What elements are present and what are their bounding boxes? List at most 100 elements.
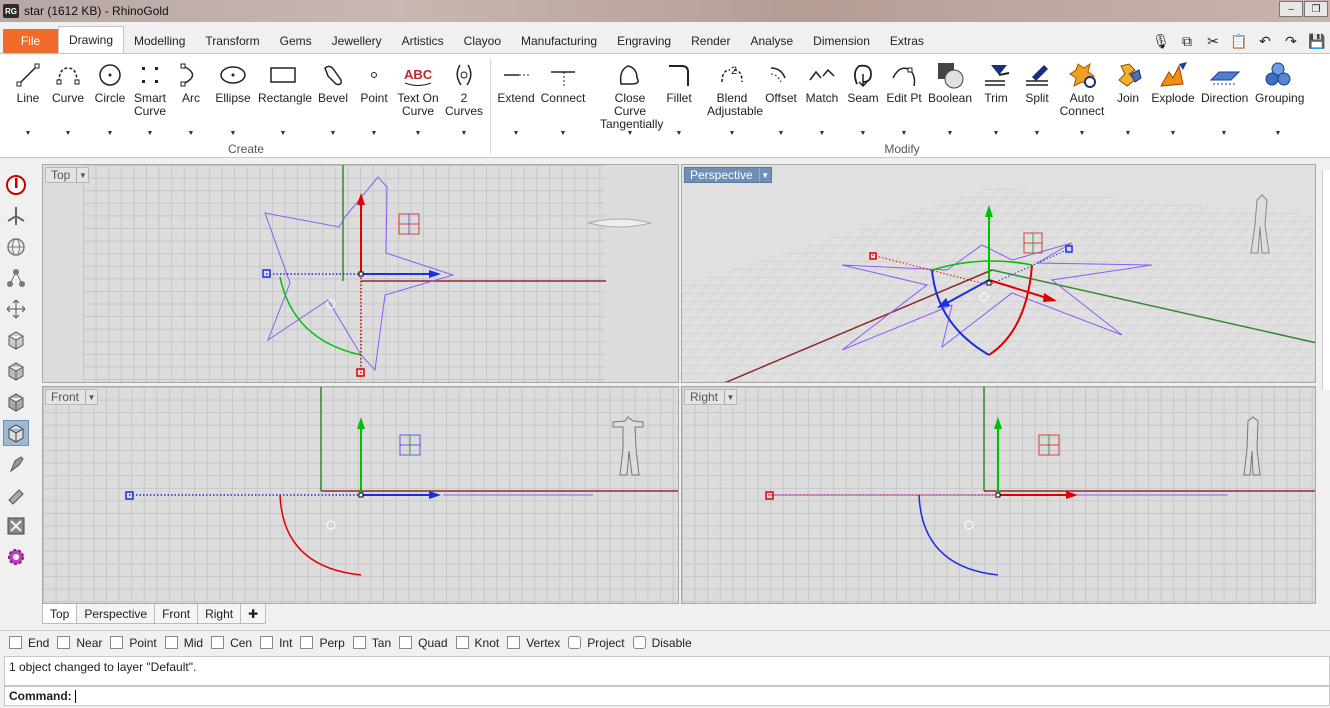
dropdown-arrow-icon[interactable]: ▼	[1150, 130, 1196, 137]
save-icon[interactable]: 💾	[1304, 31, 1330, 51]
close-curve-button[interactable]: Close Curve Tangentially ▼	[600, 58, 663, 137]
dropdown-arrow-icon[interactable]: ▼	[210, 130, 256, 137]
tab-render[interactable]: Render	[681, 29, 740, 53]
dropdown-arrow-icon[interactable]: ▼	[881, 130, 927, 137]
connect-button[interactable]: Connect ▼	[540, 58, 586, 137]
dropdown-arrow-icon[interactable]: ▼	[395, 130, 441, 137]
rectangle-button[interactable]: Rectangle ▼	[258, 58, 312, 137]
blend-button[interactable]: 2 Blend Adjustable ▼	[707, 58, 763, 137]
chevron-down-icon[interactable]: ▼	[76, 168, 88, 182]
text-on-curve-button[interactable]: ABC Text On Curve ▼	[395, 58, 441, 137]
box-view-icon[interactable]	[3, 327, 29, 353]
gumball-icon[interactable]	[3, 203, 29, 229]
extend-button[interactable]: Extend ▼	[493, 58, 539, 137]
checkbox[interactable]	[260, 636, 274, 649]
viewport-right[interactable]: Right ▼	[681, 386, 1316, 604]
viewport-front[interactable]: Front ▼	[42, 386, 679, 604]
redo-icon[interactable]: ↷	[1278, 31, 1304, 51]
offset-button[interactable]: Offset ▼	[758, 58, 804, 137]
viewport-label-right[interactable]: Right ▼	[684, 389, 738, 405]
dropdown-arrow-icon[interactable]: ▼	[441, 130, 487, 137]
box-right-icon[interactable]	[3, 389, 29, 415]
grid-box-icon[interactable]	[3, 513, 29, 539]
arc-button[interactable]: Arc ▼	[168, 58, 214, 137]
fillet-button[interactable]: Fillet ▼	[656, 58, 702, 137]
tab-artistics[interactable]: Artistics	[392, 29, 454, 53]
tab-manufacturing[interactable]: Manufacturing	[511, 29, 607, 53]
smart-curve-button[interactable]: Smart Curve ▼	[127, 58, 173, 137]
checkbox[interactable]	[164, 636, 178, 649]
minimize-button[interactable]: –	[1279, 1, 1303, 17]
bevel-button[interactable]: Bevel ▼	[310, 58, 356, 137]
dropdown-arrow-icon[interactable]: ▼	[799, 130, 845, 137]
dropdown-arrow-icon[interactable]: ▼	[840, 130, 886, 137]
maximize-button[interactable]: ❐	[1304, 1, 1328, 17]
box-front-icon[interactable]	[3, 358, 29, 384]
dropdown-arrow-icon[interactable]: ▼	[758, 130, 804, 137]
file-tab[interactable]: File	[3, 29, 58, 53]
tab-engraving[interactable]: Engraving	[607, 29, 681, 53]
direction-button[interactable]: Direction ▼	[1201, 58, 1248, 137]
paste-icon[interactable]: 📋	[1226, 31, 1252, 51]
dropdown-arrow-icon[interactable]: ▼	[351, 130, 397, 137]
viewport-label-perspective[interactable]: Perspective ▼	[684, 167, 772, 183]
point-button[interactable]: Point ▼	[351, 58, 397, 137]
osnap-vertex[interactable]: Vertex	[507, 636, 560, 650]
osnap-end[interactable]: End	[9, 636, 49, 650]
tab-dimension[interactable]: Dimension	[803, 29, 880, 53]
viewport-label-front[interactable]: Front ▼	[45, 389, 99, 405]
move-arrows-icon[interactable]	[3, 296, 29, 322]
match-button[interactable]: Match ▼	[799, 58, 845, 137]
osnap-project[interactable]: Project	[568, 636, 625, 650]
dropdown-arrow-icon[interactable]: ▼	[258, 130, 308, 137]
tab-jewellery[interactable]: Jewellery	[322, 29, 392, 53]
osnap-near[interactable]: Near	[57, 636, 102, 650]
dropdown-arrow-icon[interactable]: ▼	[1255, 130, 1301, 137]
viewport-top[interactable]: Top ▼	[42, 164, 679, 383]
osnap-int[interactable]: Int	[260, 636, 292, 650]
viewport-tab-top[interactable]: Top	[42, 604, 78, 624]
microphone-icon[interactable]: 🎙	[1148, 31, 1174, 51]
explode-button[interactable]: Explode ▼	[1150, 58, 1196, 137]
dropdown-arrow-icon[interactable]: ▼	[493, 130, 539, 137]
checkbox[interactable]	[300, 636, 314, 649]
osnap-knot[interactable]: Knot	[455, 636, 499, 650]
box-perspective-icon[interactable]	[3, 420, 29, 446]
checkbox[interactable]	[455, 636, 469, 649]
paint-icon[interactable]	[3, 451, 29, 477]
dropdown-arrow-icon[interactable]: ▼	[1014, 130, 1060, 137]
dropdown-arrow-icon[interactable]: ▼	[540, 130, 586, 137]
tab-analyse[interactable]: Analyse	[740, 29, 803, 53]
ellipse-button[interactable]: Ellipse ▼	[210, 58, 256, 137]
osnap-mid[interactable]: Mid	[164, 636, 203, 650]
dropdown-arrow-icon[interactable]: ▼	[1059, 130, 1105, 137]
osnap-point[interactable]: Point	[110, 636, 157, 650]
dropdown-arrow-icon[interactable]: ▼	[707, 130, 757, 137]
right-scrollbar[interactable]	[1322, 170, 1330, 390]
undo-icon[interactable]: ↶	[1252, 31, 1278, 51]
checkbox[interactable]	[568, 636, 582, 649]
chevron-down-icon[interactable]: ▼	[724, 390, 736, 404]
curve-button[interactable]: Curve ▼	[45, 58, 91, 137]
dropdown-arrow-icon[interactable]: ▼	[168, 130, 214, 137]
boolean-button[interactable]: Boolean ▼	[927, 58, 973, 137]
osnap-tan[interactable]: Tan	[352, 636, 391, 650]
dropdown-arrow-icon[interactable]: ▼	[45, 130, 91, 137]
checkbox[interactable]	[211, 636, 225, 649]
viewport-perspective[interactable]: Perspective ▼	[681, 164, 1316, 383]
checkbox[interactable]	[9, 636, 22, 649]
viewport-label-top[interactable]: Top ▼	[45, 167, 90, 183]
tab-drawing[interactable]: Drawing	[58, 26, 125, 53]
checkbox[interactable]	[57, 636, 71, 649]
copy-icon[interactable]: ⧉	[1174, 31, 1200, 51]
dropdown-arrow-icon[interactable]: ▼	[927, 130, 973, 137]
add-viewport-icon[interactable]: ✚	[240, 604, 267, 624]
checkbox[interactable]	[352, 636, 366, 649]
dropdown-arrow-icon[interactable]: ▼	[127, 130, 173, 137]
trim-button[interactable]: Trim ▼	[973, 58, 1019, 137]
tab-gems[interactable]: Gems	[270, 29, 322, 53]
checkbox[interactable]	[110, 636, 124, 649]
grouping-button[interactable]: Grouping ▼	[1255, 58, 1304, 137]
split-button[interactable]: Split ▼	[1014, 58, 1060, 137]
network-icon[interactable]	[3, 265, 29, 291]
